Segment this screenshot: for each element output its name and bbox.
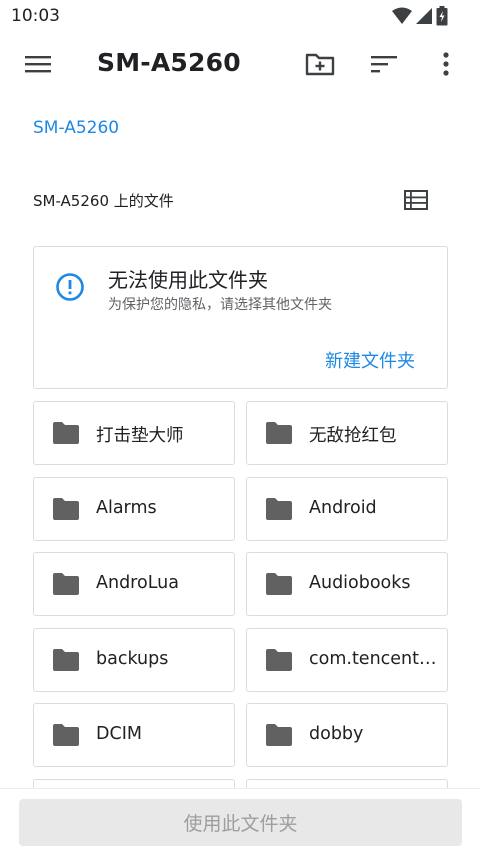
more-vert-icon <box>443 52 449 76</box>
menu-icon <box>25 56 51 73</box>
app-bar: SM-A5260 <box>0 34 480 94</box>
new-folder-button[interactable] <box>302 48 338 80</box>
folder-tile[interactable]: Alarms <box>33 476 235 541</box>
sort-button[interactable] <box>366 48 402 80</box>
folder-tile[interactable]: 打击垫大师 <box>33 401 235 465</box>
wifi-icon <box>392 7 412 24</box>
folder-name: Alarms <box>96 497 157 518</box>
breadcrumb[interactable]: SM-A5260 <box>33 118 119 138</box>
sort-icon <box>371 56 397 73</box>
status-bar: 10:03 <box>0 0 480 34</box>
folder-icon <box>265 421 293 445</box>
folder-tile[interactable]: backups <box>33 627 235 692</box>
folder-tile[interactable]: 无敌抢红包 <box>246 401 448 465</box>
bottom-bar: 使用此文件夹 <box>0 788 480 853</box>
new-folder-icon <box>305 53 335 76</box>
battery-icon <box>436 6 448 26</box>
folder-name: dobby <box>309 724 364 744</box>
list-view-icon <box>404 190 428 210</box>
folder-name: 无敌抢红包 <box>309 426 397 446</box>
menu-button[interactable] <box>20 48 56 80</box>
info-icon <box>56 273 84 301</box>
status-icons <box>392 6 448 26</box>
use-this-folder-button[interactable]: 使用此文件夹 <box>19 799 462 846</box>
folder-tile[interactable]: DCIM <box>33 703 235 767</box>
folder-name: AndroLua <box>96 573 179 593</box>
folder-tile[interactable]: Audiobooks <box>246 552 448 616</box>
folder-name: backups <box>96 648 169 669</box>
folder-icon <box>52 421 80 445</box>
folder-name: DCIM <box>96 724 142 744</box>
folder-icon <box>52 648 80 672</box>
status-time: 10:03 <box>11 6 60 26</box>
folder-name: Audiobooks <box>309 573 411 593</box>
folder-tile[interactable]: AndroLua <box>33 552 235 616</box>
folder-tile[interactable]: Android <box>246 476 448 541</box>
view-toggle-button[interactable] <box>400 186 432 214</box>
folder-icon <box>265 497 293 521</box>
more-options-button[interactable] <box>430 48 462 80</box>
create-new-folder-button[interactable]: 新建文件夹 <box>325 347 415 373</box>
folder-icon <box>52 723 80 747</box>
warning-card: 无法使用此文件夹 为保护您的隐私，请选择其他文件夹 新建文件夹 <box>33 246 448 389</box>
folder-icon <box>52 572 80 596</box>
folder-icon <box>265 648 293 672</box>
folder-name: 打击垫大师 <box>96 426 184 446</box>
folder-icon <box>265 723 293 747</box>
folder-name: com.tencent.... <box>309 648 437 669</box>
warning-title: 无法使用此文件夹 <box>108 268 268 292</box>
app-title: SM-A5260 <box>97 48 241 77</box>
folder-tile[interactable]: com.tencent.... <box>246 627 448 692</box>
section-header: SM-A5260 上的文件 <box>33 192 174 210</box>
warning-subtitle: 为保护您的隐私，请选择其他文件夹 <box>108 297 332 313</box>
folder-icon <box>265 572 293 596</box>
cellular-signal-icon <box>416 8 432 24</box>
folder-tile[interactable]: dobby <box>246 703 448 767</box>
folder-icon <box>52 497 80 521</box>
folder-name: Android <box>309 497 377 518</box>
